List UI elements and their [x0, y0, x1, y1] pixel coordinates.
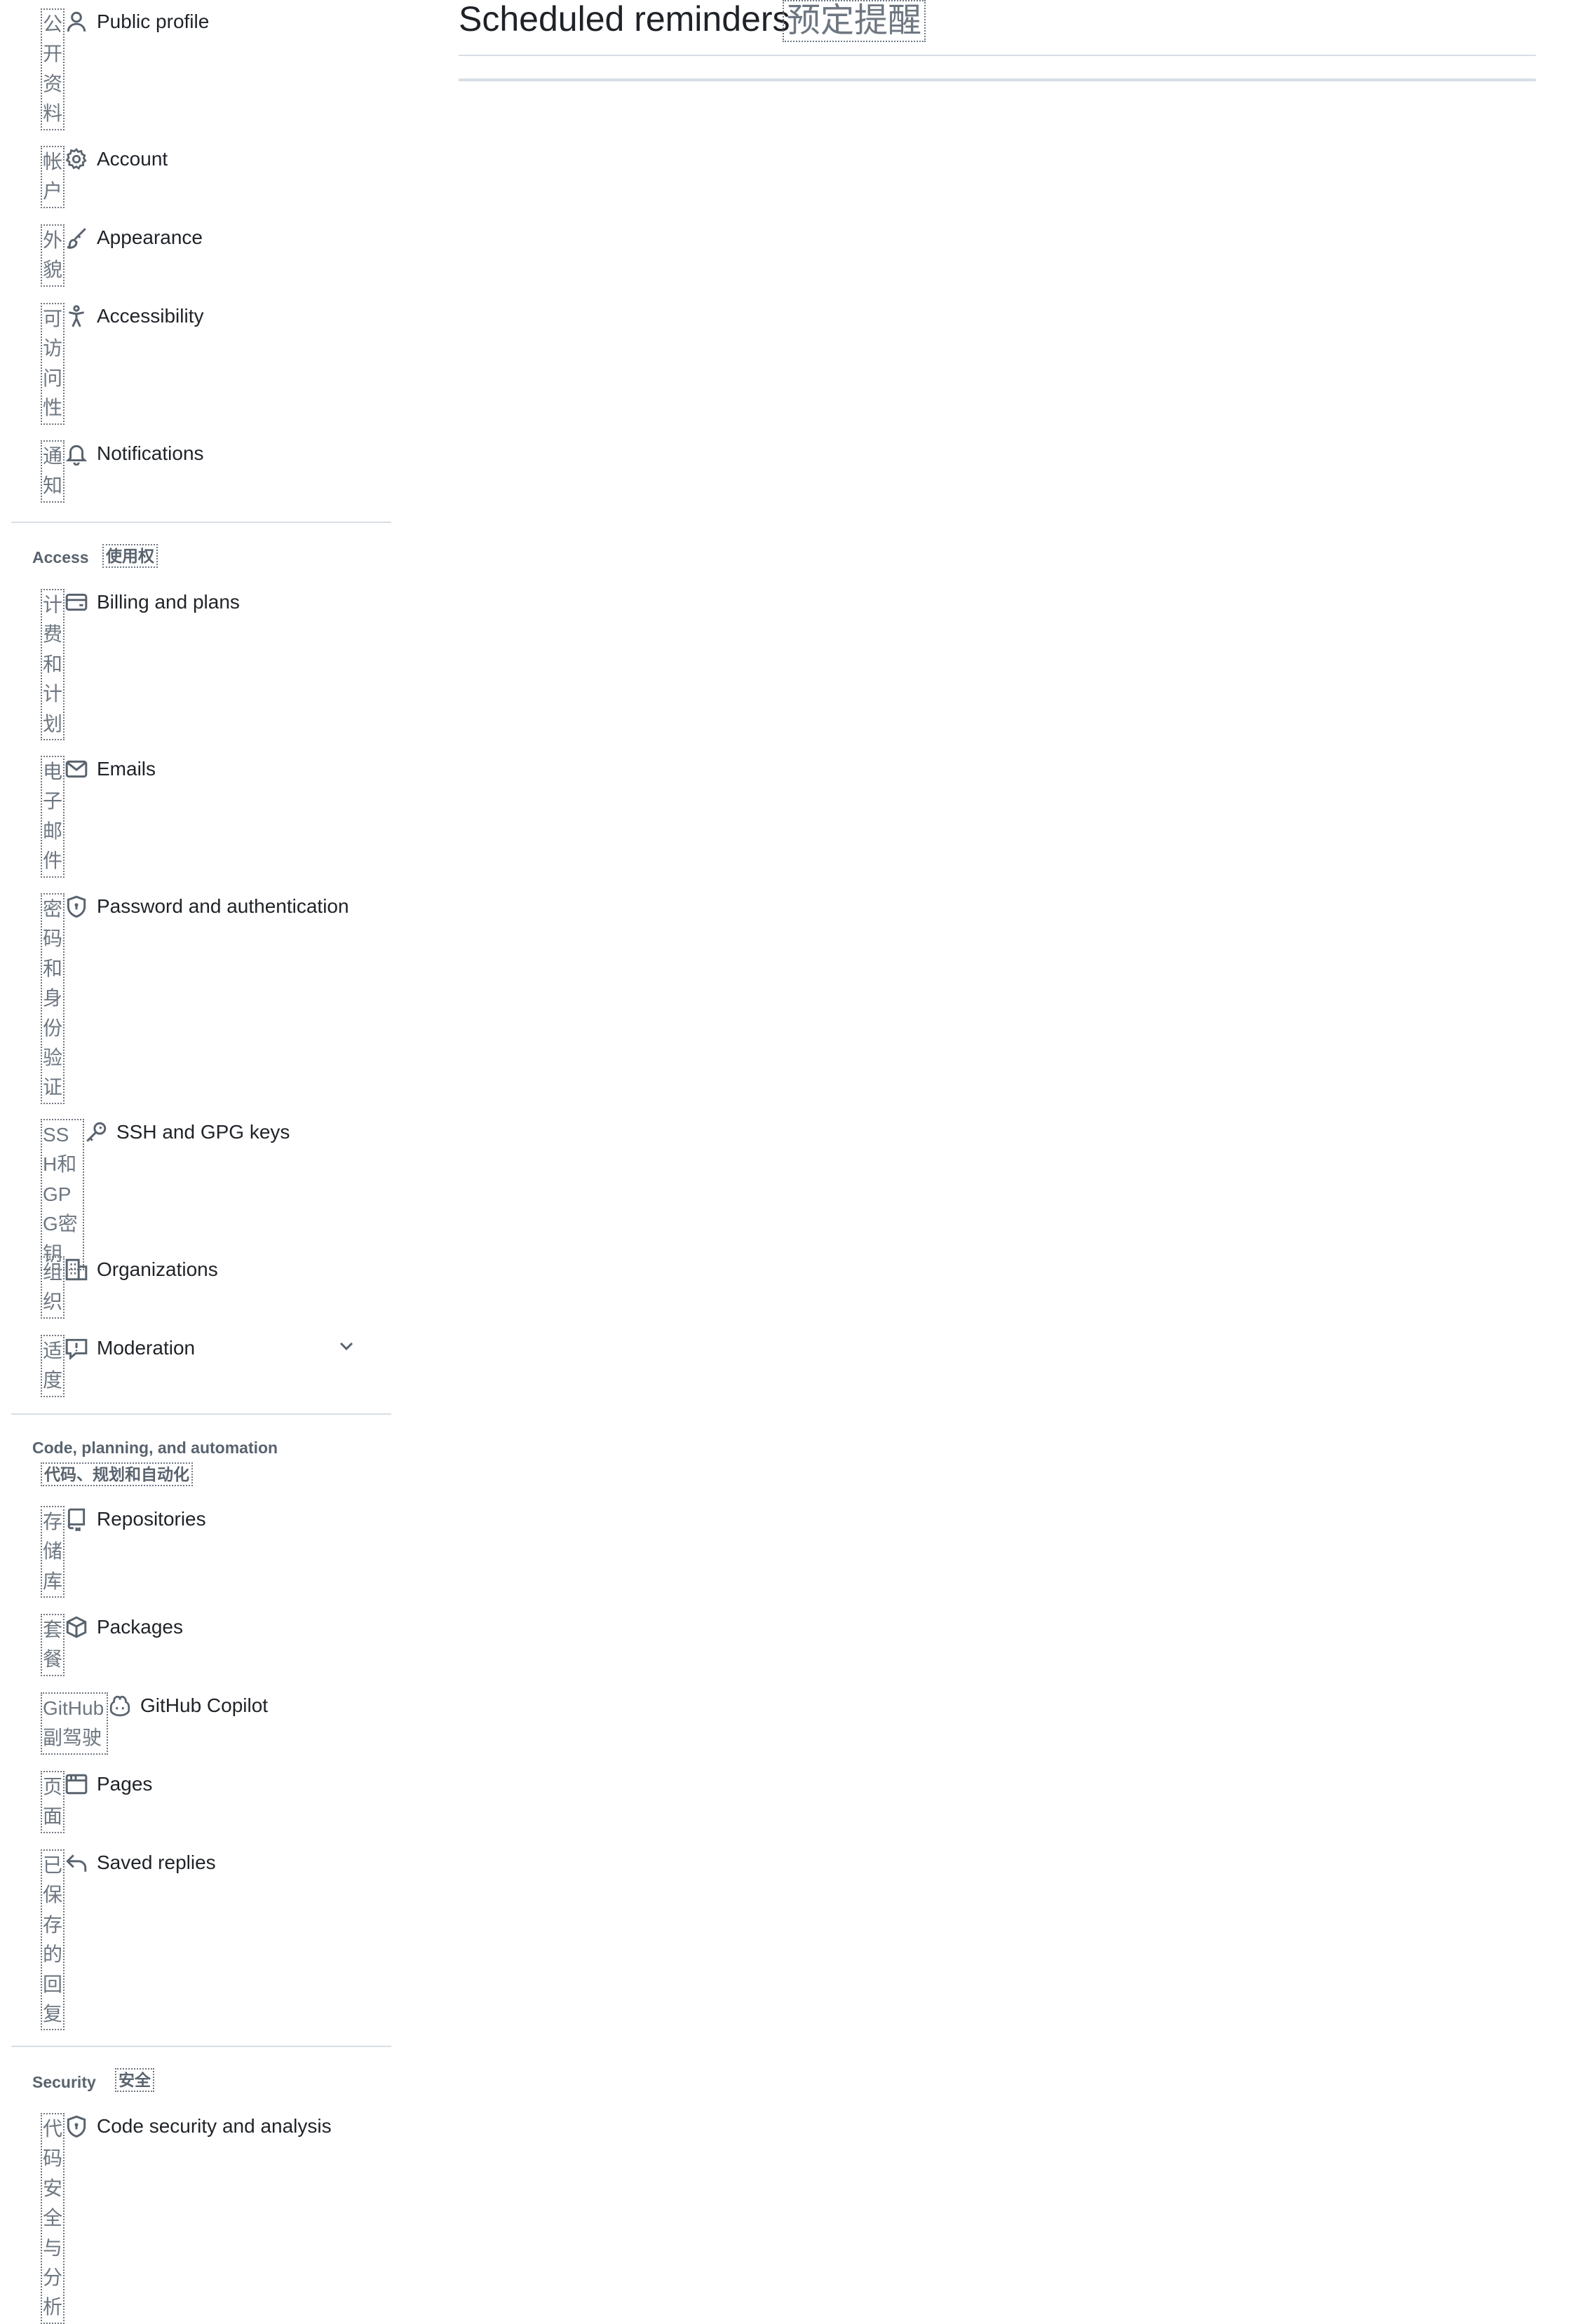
accessibility-icon	[65, 304, 88, 328]
sidebar-item-translation: 公开资料	[41, 8, 65, 130]
sidebar-item-translation: 已保存的回复	[41, 1849, 65, 2031]
sidebar-divider	[11, 522, 391, 523]
browser-icon	[65, 1772, 88, 1796]
sidebar-item-code-security[interactable]: 代码安全与分析 Code security and analysis	[41, 2113, 332, 2324]
sidebar-item-translation: 计费和计划	[41, 589, 65, 741]
sidebar-item-repositories[interactable]: 存储库 Repositories	[41, 1506, 206, 1598]
sidebar-item-translation: 存储库	[41, 1506, 65, 1598]
section-header: Security	[32, 2073, 96, 2091]
sidebar-item-translation: 通知	[41, 440, 65, 503]
sidebar-item-pages[interactable]: 页面 Pages	[41, 1771, 152, 1833]
sidebar-divider	[11, 1413, 391, 1415]
sidebar-item-label: Public profile	[97, 11, 210, 32]
page-title: Scheduled reminders	[459, 0, 790, 39]
sidebar-item-label: Notifications	[97, 442, 204, 464]
sidebar-item-public-profile[interactable]: 公开资料 Public profile	[41, 8, 209, 130]
sidebar-item-ssh-gpg[interactable]: SSH和GPG密钥 SSH and GPG keys	[41, 1119, 290, 1271]
sidebar-item-label: Organizations	[97, 1258, 218, 1280]
sidebar-item-translation: 套餐	[41, 1614, 65, 1676]
sidebar-item-translation: 外貌	[41, 224, 65, 287]
sidebar-item-translation: 密码和身份验证	[41, 893, 65, 1104]
shield-lock-icon	[65, 895, 88, 918]
sidebar-item-saved-replies[interactable]: 已保存的回复 Saved replies	[41, 1849, 216, 2031]
sidebar-item-translation: 适度	[41, 1335, 65, 1397]
sidebar-item-label: Accessibility	[97, 305, 204, 327]
section-header: Code, planning, and automation	[32, 1439, 278, 1457]
mail-icon	[65, 757, 88, 781]
sidebar-item-translation: GitHub副驾驶	[41, 1692, 108, 1755]
sidebar-item-translation: 代码安全与分析	[41, 2113, 65, 2324]
sidebar-item-label: Billing and plans	[97, 591, 240, 613]
sidebar-item-label: Saved replies	[97, 1851, 216, 1873]
sidebar-item-packages[interactable]: 套餐 Packages	[41, 1614, 183, 1676]
sidebar-item-accessibility[interactable]: 可访问性 Accessibility	[41, 303, 203, 425]
sidebar-item-account[interactable]: 帐户 Account	[41, 146, 168, 208]
sidebar-item-translation: 可访问性	[41, 303, 65, 425]
section-header-translation: 安全	[115, 2068, 154, 2092]
reply-icon	[65, 1851, 88, 1875]
page-title-translation: 预定提醒	[783, 0, 926, 42]
sidebar-item-label: Packages	[97, 1616, 183, 1638]
sidebar-item-emails[interactable]: 电子邮件 Emails	[41, 756, 156, 878]
sidebar-item-label: Appearance	[97, 226, 203, 248]
organization-icon	[65, 1258, 88, 1282]
copilot-icon	[108, 1694, 132, 1718]
sidebar-item-copilot[interactable]: GitHub副驾驶 GitHub Copilot	[41, 1692, 268, 1755]
sidebar-item-label: Password and authentication	[97, 895, 349, 917]
sidebar-item-organizations[interactable]: 组织 Organizations	[41, 1256, 218, 1319]
sidebar-item-label: GitHub Copilot	[140, 1694, 269, 1716]
package-icon	[65, 1615, 88, 1639]
paintbrush-icon	[65, 226, 88, 250]
repo-icon	[65, 1507, 88, 1531]
sidebar-item-translation: 帐户	[41, 146, 65, 208]
sidebar-item-translation: 电子邮件	[41, 756, 65, 878]
credit-card-icon	[65, 590, 88, 614]
section-header-translation: 使用权	[102, 544, 158, 568]
sidebar-item-translation: 组织	[41, 1256, 65, 1319]
section-header: Access	[32, 548, 89, 566]
sidebar-item-translation: 页面	[41, 1771, 65, 1833]
section-header-translation: 代码、规划和自动化	[41, 1462, 193, 1486]
sidebar-item-password[interactable]: 密码和身份验证 Password and authentication	[41, 893, 349, 1104]
sidebar-item-label: Account	[97, 148, 168, 170]
sidebar-item-translation: SSH和GPG密钥	[41, 1119, 84, 1271]
gear-icon	[65, 147, 88, 171]
shield-lock-icon	[65, 2114, 88, 2138]
sidebar-divider	[11, 2046, 391, 2047]
chevron-down-icon[interactable]	[335, 1335, 358, 1357]
sidebar-item-label: Moderation	[97, 1337, 196, 1359]
person-icon	[65, 10, 88, 34]
title-divider	[459, 55, 1536, 56]
content-divider	[459, 79, 1536, 81]
sidebar-item-billing[interactable]: 计费和计划 Billing and plans	[41, 589, 240, 741]
sidebar-item-label: Repositories	[97, 1508, 206, 1530]
sidebar-item-label: Code security and analysis	[97, 2115, 332, 2137]
key-icon	[84, 1120, 108, 1144]
sidebar-item-label: Emails	[97, 758, 156, 780]
sidebar-item-moderation[interactable]: 适度 Moderation	[41, 1335, 195, 1397]
sidebar-item-appearance[interactable]: 外貌 Appearance	[41, 224, 203, 287]
sidebar-item-notifications[interactable]: 通知 Notifications	[41, 440, 204, 503]
sidebar-item-label: Pages	[97, 1773, 153, 1795]
bell-icon	[65, 442, 88, 466]
report-icon	[65, 1336, 88, 1360]
sidebar-item-label: SSH and GPG keys	[116, 1121, 290, 1143]
